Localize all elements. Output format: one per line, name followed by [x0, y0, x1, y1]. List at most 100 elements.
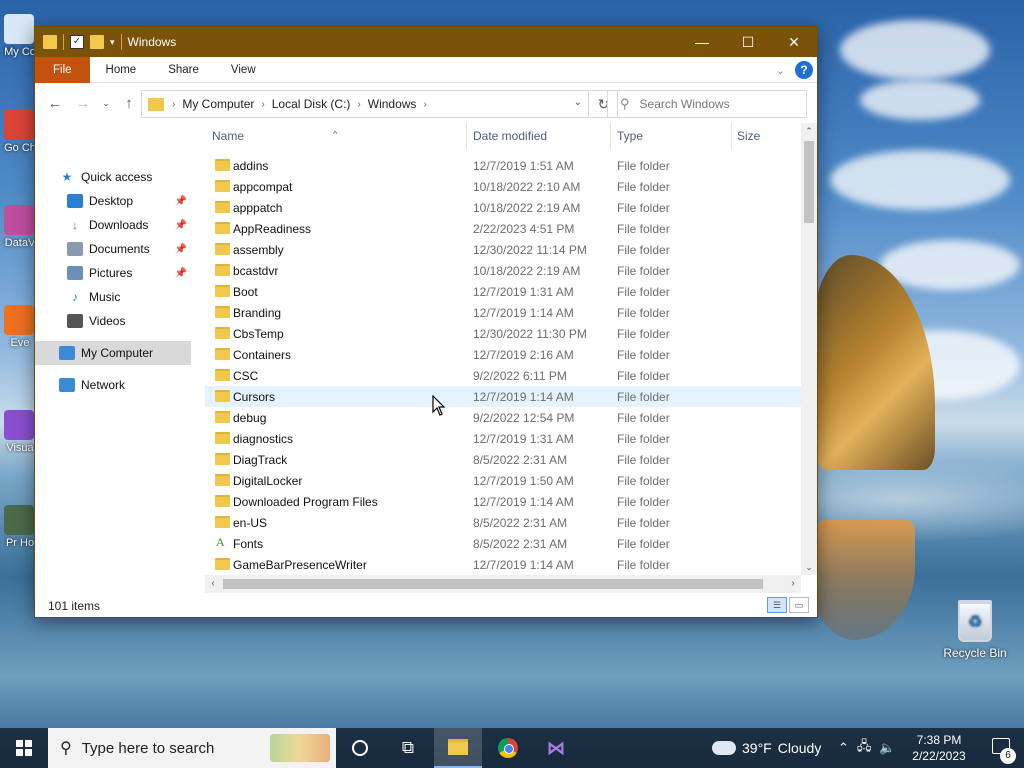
search-input[interactable]	[639, 97, 790, 111]
breadcrumb-separator-icon[interactable]: ›	[259, 99, 266, 110]
horizontal-scroll-thumb[interactable]	[223, 579, 763, 589]
properties-icon[interactable]: ✓	[70, 35, 84, 49]
customize-toolbar-chevron-icon[interactable]: ▾	[110, 37, 115, 48]
breadcrumb-local-disk[interactable]: Local Disk (C:)	[267, 97, 356, 111]
minimize-button[interactable]: —	[679, 27, 725, 57]
windows-logo-icon	[16, 740, 32, 756]
file-row[interactable]: diagnostics 12/7/2019 1:31 AM File folder	[205, 428, 801, 449]
volume-icon[interactable]: 🔈	[879, 740, 895, 756]
file-row[interactable]: DiagTrack 8/5/2022 2:31 AM File folder	[205, 449, 801, 470]
column-header-name[interactable]: Name	[212, 129, 244, 143]
nav-item-my-computer[interactable]: My Computer	[35, 341, 191, 365]
breadcrumb-separator-icon[interactable]: ›	[355, 99, 362, 110]
pin-icon[interactable]: 📌	[175, 244, 187, 255]
horizontal-scrollbar[interactable]: ‹ ›	[205, 575, 801, 593]
nav-item-downloads[interactable]: ↓ Downloads 📌	[35, 213, 191, 237]
start-button[interactable]	[0, 728, 48, 768]
file-row[interactable]: apppatch 10/18/2022 2:19 AM File folder	[205, 197, 801, 218]
file-row[interactable]: debug 9/2/2022 12:54 PM File folder	[205, 407, 801, 428]
file-row[interactable]: CSC 9/2/2022 6:11 PM File folder	[205, 365, 801, 386]
nav-item-network[interactable]: Network	[35, 373, 191, 397]
file-row[interactable]: AppReadiness 2/22/2023 4:51 PM File folder	[205, 218, 801, 239]
column-header-date[interactable]: Date modified	[473, 129, 547, 143]
file-name: assembly	[233, 243, 284, 257]
scroll-right-chevron-icon[interactable]: ›	[785, 575, 801, 593]
tab-home[interactable]: Home	[90, 57, 153, 83]
folder-icon	[215, 432, 230, 444]
file-row[interactable]: GameBarPresenceWriter 12/7/2019 1:14 AM Fi…	[205, 554, 801, 575]
file-row[interactable]: bcastdvr 10/18/2022 2:19 AM File folder	[205, 260, 801, 281]
file-row[interactable]: Boot 12/7/2019 1:31 AM File folder	[205, 281, 801, 302]
nav-item-label: Network	[81, 378, 126, 392]
help-icon[interactable]: ?	[795, 61, 813, 79]
nav-item-videos[interactable]: Videos	[35, 309, 191, 333]
pin-icon[interactable]: 📌	[175, 268, 187, 279]
file-row[interactable]: addins 12/7/2019 1:51 AM File folder	[205, 155, 801, 176]
address-dropdown-chevron-icon[interactable]: ⌄	[574, 97, 582, 108]
network-icon[interactable]: 🖧	[857, 737, 872, 759]
breadcrumb-separator-icon[interactable]: ›	[421, 99, 428, 110]
cortana-button[interactable]	[336, 728, 384, 768]
file-name: CSC	[233, 369, 259, 383]
file-row[interactable]: A Fonts 8/5/2022 2:31 AM File folder	[205, 533, 801, 554]
taskbar-chrome[interactable]	[484, 728, 532, 768]
file-row[interactable]: Cursors 12/7/2019 1:14 AM File folder	[205, 386, 801, 407]
file-row[interactable]: Branding 12/7/2019 1:14 AM File folder	[205, 302, 801, 323]
tab-share[interactable]: Share	[152, 57, 215, 83]
breadcrumb-my-computer[interactable]: My Computer	[177, 97, 259, 111]
clock[interactable]: 7:38 PM 2/22/2023	[906, 732, 972, 764]
vertical-scrollbar[interactable]: ⌃ ⌄	[801, 123, 817, 575]
large-icons-view-icon[interactable]: ▭	[789, 597, 809, 613]
weather-widget[interactable]: 39°F Cloudy	[712, 728, 821, 768]
vertical-scroll-thumb[interactable]	[804, 141, 814, 223]
file-type: File folder	[617, 432, 670, 446]
new-folder-icon[interactable]	[90, 35, 104, 49]
taskbar-visual-studio[interactable]: ⋈	[532, 728, 580, 768]
nav-item-pictures[interactable]: Pictures 📌	[35, 261, 191, 285]
pin-icon[interactable]: 📌	[175, 196, 187, 207]
pictures-icon	[67, 266, 83, 280]
nav-item-desktop[interactable]: Desktop 📌	[35, 189, 191, 213]
close-button[interactable]: ✕	[771, 27, 817, 57]
address-bar[interactable]: › My Computer › Local Disk (C:) › Window…	[141, 90, 589, 118]
file-row[interactable]: Downloaded Program Files 12/7/2019 1:14 A…	[205, 491, 801, 512]
task-view-button[interactable]: ⧉	[384, 728, 432, 768]
tab-file[interactable]: File	[35, 56, 90, 83]
file-row[interactable]: en-US 8/5/2022 2:31 AM File folder	[205, 512, 801, 533]
scroll-up-chevron-icon[interactable]: ⌃	[801, 123, 817, 139]
breadcrumb-separator-icon[interactable]: ›	[170, 99, 177, 110]
file-type: File folder	[617, 453, 670, 467]
file-row[interactable]: Containers 12/7/2019 2:16 AM File folder	[205, 344, 801, 365]
nav-item-quick-access[interactable]: ★ Quick access	[35, 165, 191, 189]
up-button[interactable]: ↑	[117, 91, 141, 115]
maximize-button[interactable]: ☐	[725, 27, 771, 57]
scroll-down-chevron-icon[interactable]: ⌄	[801, 559, 817, 575]
file-type: File folder	[617, 159, 670, 173]
nav-item-music[interactable]: ♪ Music	[35, 285, 191, 309]
expand-ribbon-chevron-icon[interactable]: ⌄	[776, 64, 785, 77]
title-bar[interactable]: ✓ ▾ Windows — ☐ ✕	[35, 27, 817, 57]
recycle-bin[interactable]: Recycle Bin	[940, 600, 1010, 660]
show-hidden-icons-chevron-icon[interactable]: ⌃	[838, 740, 849, 756]
details-view-icon[interactable]: ☰	[767, 597, 787, 613]
file-row[interactable]: appcompat 10/18/2022 2:10 AM File folder	[205, 176, 801, 197]
scroll-left-chevron-icon[interactable]: ‹	[205, 575, 221, 593]
file-row[interactable]: assembly 12/30/2022 11:14 PM File folder	[205, 239, 801, 260]
nav-item-documents[interactable]: Documents 📌	[35, 237, 191, 261]
search-box[interactable]: ⚲	[607, 90, 807, 118]
pin-icon[interactable]: 📌	[175, 220, 187, 231]
column-header-size[interactable]: Size	[737, 129, 760, 143]
file-type: File folder	[617, 390, 670, 404]
taskbar-file-explorer[interactable]	[434, 728, 482, 768]
file-type: File folder	[617, 516, 670, 530]
recent-locations-chevron-icon[interactable]: ⌄	[99, 91, 113, 115]
breadcrumb-windows[interactable]: Windows	[363, 97, 422, 111]
back-button[interactable]: ←	[43, 91, 67, 115]
file-row[interactable]: CbsTemp 12/30/2022 11:30 PM File folder	[205, 323, 801, 344]
tab-view[interactable]: View	[215, 57, 272, 83]
file-explorer-window[interactable]: ✓ ▾ Windows — ☐ ✕ File Home Share View ⌄…	[34, 26, 818, 618]
file-row[interactable]: DigitalLocker 12/7/2019 1:50 AM File folde…	[205, 470, 801, 491]
column-header-type[interactable]: Type	[617, 129, 643, 143]
taskbar-search-box[interactable]: ⚲ Type here to search	[48, 728, 336, 768]
forward-button[interactable]: →	[71, 91, 95, 115]
